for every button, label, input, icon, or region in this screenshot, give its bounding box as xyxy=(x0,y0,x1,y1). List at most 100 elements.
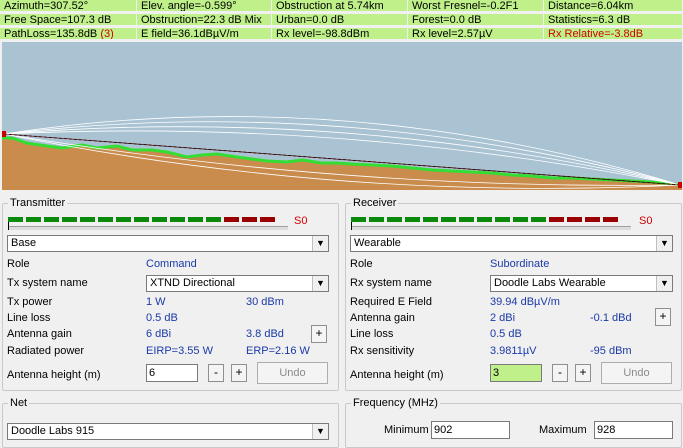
receiver-marker xyxy=(678,182,682,188)
net-title: Net xyxy=(8,397,30,410)
chevron-down-icon: ▼ xyxy=(656,236,672,251)
stat-worst-fresnel: Worst Fresnel=-0.2F1 xyxy=(408,0,544,12)
receiver-meter-segment xyxy=(531,217,546,222)
frequency-title: Frequency (MHz) xyxy=(351,397,440,410)
stat-e-field: E field=36.1dBµV/m xyxy=(137,28,272,40)
net-value: Doodle Labs 915 xyxy=(11,425,95,437)
receiver-meter-segment xyxy=(369,217,384,222)
tx-power-label: Tx power xyxy=(7,296,53,308)
rx-role-value: Subordinate xyxy=(490,258,550,270)
rx-system-label: Rx system name xyxy=(350,277,432,289)
transmitter-meter-segment xyxy=(170,217,185,222)
net-group: Net Doodle Labs 915 ▼ xyxy=(2,397,339,448)
rx-role-label: Role xyxy=(350,258,373,270)
receiver-group: Receiver S0 Wearable ▼ Role Subordinate … xyxy=(345,197,682,391)
receiver-title: Receiver xyxy=(351,197,399,210)
rx-gain-dbi: 2 dBi xyxy=(490,312,516,324)
stat-urban: Urban=0.0 dB xyxy=(272,14,408,26)
transmitter-title: Transmitter xyxy=(8,197,68,210)
rx-height-plus-button[interactable]: + xyxy=(575,364,591,382)
tx-lineloss-label: Line loss xyxy=(7,312,51,324)
rx-gain-plus-button[interactable]: + xyxy=(655,308,671,326)
stat-rx-relative: Rx Relative=-3.8dB xyxy=(544,28,683,40)
transmitter-meter-segment xyxy=(116,217,131,222)
tx-height-input[interactable]: 6 xyxy=(146,364,198,382)
receiver-meter-needle xyxy=(351,222,352,230)
transmitter-meter-segment xyxy=(134,217,149,222)
tx-role-value: Command xyxy=(146,258,197,270)
tx-gain-plus-button[interactable]: + xyxy=(311,325,327,343)
transmitter-unit-select[interactable]: Base ▼ xyxy=(7,235,329,252)
tx-system-select[interactable]: XTND Directional ▼ xyxy=(146,275,329,292)
stat-rx-level-uv: Rx level=2.57µV xyxy=(408,28,544,40)
chevron-down-icon: ▼ xyxy=(656,276,672,291)
stat-obstruction-distance: Obstruction at 5.74km xyxy=(272,0,408,12)
receiver-meter-segment xyxy=(477,217,492,222)
transmitter-meter-track xyxy=(8,226,288,230)
tx-gain-dbd: 3.8 dBd xyxy=(246,328,284,340)
stat-statistics: Statistics=6.3 dB xyxy=(544,14,683,26)
transmitter-meter-segment xyxy=(224,217,239,222)
receiver-meter-segment xyxy=(423,217,438,222)
tx-undo-button[interactable]: Undo xyxy=(257,362,328,384)
net-select[interactable]: Doodle Labs 915 ▼ xyxy=(7,423,329,440)
rx-lineloss-label: Line loss xyxy=(350,328,394,340)
stat-azimuth: Azimuth=307.52° xyxy=(0,0,137,12)
tx-system-value: XTND Directional xyxy=(150,277,235,289)
tx-gain-dbi: 6 dBi xyxy=(146,328,172,340)
receiver-meter-segment xyxy=(441,217,456,222)
frequency-min-input[interactable]: 902 xyxy=(431,421,510,439)
receiver-unit-value: Wearable xyxy=(354,237,401,249)
tx-height-plus-button[interactable]: + xyxy=(231,364,247,382)
stat-distance: Distance=6.04km xyxy=(544,0,683,12)
transmitter-meter-segment xyxy=(188,217,203,222)
link-statistics-panel: Azimuth=307.52° Elev. angle=-0.599° Obst… xyxy=(0,0,683,42)
radio-link-profile[interactable] xyxy=(2,42,682,190)
frequency-max-label: Maximum xyxy=(539,424,587,436)
tx-gain-label: Antenna gain xyxy=(7,328,72,340)
receiver-unit-select[interactable]: Wearable ▼ xyxy=(350,235,673,252)
rx-gain-dbd: -0.1 dBd xyxy=(590,312,632,324)
rx-sensitivity-uv: 3.9811µV xyxy=(490,345,537,357)
chevron-down-icon: ▼ xyxy=(312,424,328,439)
tx-height-minus-button[interactable]: - xyxy=(208,364,224,382)
stat-obstruction-loss: Obstruction=22.3 dB Mix xyxy=(137,14,272,26)
tx-power-watts: 1 W xyxy=(146,296,166,308)
rx-gain-label: Antenna gain xyxy=(350,312,415,324)
receiver-meter-segment xyxy=(405,217,420,222)
frequency-min-label: Minimum xyxy=(384,424,429,436)
transmitter-meter-segment xyxy=(62,217,77,222)
rx-sensitivity-dbm: -95 dBm xyxy=(590,345,632,357)
receiver-meter-segment xyxy=(495,217,510,222)
rx-lineloss-value: 0.5 dB xyxy=(490,328,522,340)
transmitter-marker xyxy=(2,131,6,137)
frequency-group: Frequency (MHz) Minimum 902 Maximum 928 xyxy=(345,397,682,448)
stat-elevation-angle: Elev. angle=-0.599° xyxy=(137,0,272,12)
tx-erp: ERP=2.16 W xyxy=(246,345,310,357)
receiver-meter-segment xyxy=(459,217,474,222)
rx-undo-button[interactable]: Undo xyxy=(601,362,672,384)
frequency-max-input[interactable]: 928 xyxy=(594,421,673,439)
rx-height-label: Antenna height (m) xyxy=(350,369,444,381)
stat-rx-level-dbm: Rx level=-98.8dBm xyxy=(272,28,408,40)
tx-height-label: Antenna height (m) xyxy=(7,369,101,381)
rx-system-select[interactable]: Doodle Labs Wearable ▼ xyxy=(490,275,673,292)
transmitter-meter-segment xyxy=(206,217,221,222)
receiver-meter-segment xyxy=(387,217,402,222)
receiver-meter-segment xyxy=(513,217,528,222)
chevron-down-icon: ▼ xyxy=(312,236,328,251)
transmitter-meter-segment xyxy=(242,217,257,222)
rx-height-minus-button[interactable]: - xyxy=(552,364,568,382)
transmitter-signal-meter xyxy=(8,215,288,231)
tx-eirp: EIRP=3.55 W xyxy=(146,345,213,357)
stat-pathloss: PathLoss=135.8dB (3) xyxy=(0,28,137,40)
receiver-meter-value: S0 xyxy=(639,215,653,227)
rx-height-input[interactable]: 3 xyxy=(490,364,542,382)
tx-power-dbm: 30 dBm xyxy=(246,296,284,308)
receiver-meter-track xyxy=(351,226,631,230)
rx-field-label: Required E Field xyxy=(350,296,432,308)
transmitter-meter-segment xyxy=(98,217,113,222)
stat-pathloss-value: PathLoss=135.8dB xyxy=(4,28,98,40)
transmitter-meter-needle xyxy=(8,222,9,230)
stat-free-space: Free Space=107.3 dB xyxy=(0,14,137,26)
